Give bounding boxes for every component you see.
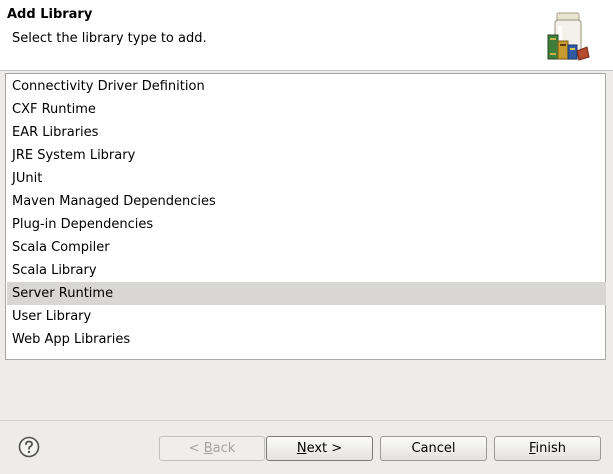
next-button[interactable]: Next > xyxy=(266,436,373,461)
next-button-rest: ext > xyxy=(306,441,343,456)
help-question-icon[interactable] xyxy=(18,436,40,458)
library-type-item[interactable]: JRE System Library xyxy=(7,144,606,167)
finish-button[interactable]: Finish xyxy=(494,436,601,461)
library-type-item[interactable]: Scala Library xyxy=(7,259,606,282)
library-type-item[interactable]: Plug-in Dependencies xyxy=(7,213,606,236)
library-type-item[interactable]: CXF Runtime xyxy=(7,98,606,121)
dialog-title: Add Library xyxy=(7,7,93,22)
library-type-item[interactable]: Server Runtime xyxy=(7,282,606,305)
library-type-list[interactable]: Connectivity Driver Definition CXF Runtim… xyxy=(5,73,606,360)
library-jar-books-icon xyxy=(547,12,590,61)
cancel-button[interactable]: Cancel xyxy=(380,436,487,461)
library-type-item[interactable]: Scala Compiler xyxy=(7,236,606,259)
dialog-subtitle: Select the library type to add. xyxy=(12,31,207,46)
back-button-prefix: < xyxy=(188,441,204,456)
dialog-header: Add Library Select the library type to a… xyxy=(0,0,613,71)
button-bar-separator xyxy=(0,420,613,421)
back-button-mnemonic: B xyxy=(203,441,213,456)
library-type-item[interactable]: Connectivity Driver Definition xyxy=(7,75,606,98)
library-type-item[interactable]: Maven Managed Dependencies xyxy=(7,190,606,213)
cancel-button-label: Cancel xyxy=(411,441,456,456)
next-button-mnemonic: N xyxy=(296,441,307,456)
library-type-item[interactable]: JUnit xyxy=(7,167,606,190)
back-button-rest: ack xyxy=(212,441,236,456)
library-type-item[interactable]: User Library xyxy=(7,305,606,328)
library-type-item[interactable]: EAR Libraries xyxy=(7,121,606,144)
back-button[interactable]: < Back xyxy=(159,436,265,461)
library-type-item[interactable]: Web App Libraries xyxy=(7,328,606,351)
finish-button-rest: inish xyxy=(535,441,567,456)
